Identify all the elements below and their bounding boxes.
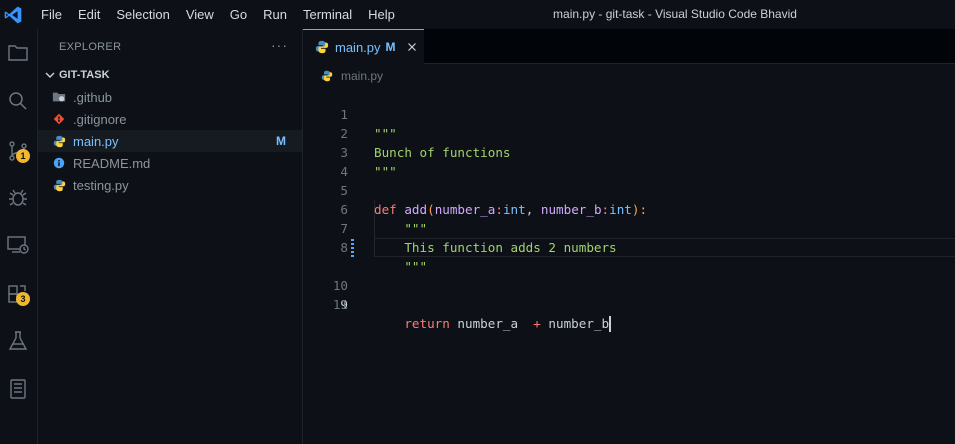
code-line: 7 This function adds 2 numbers [303, 200, 955, 255]
identifier: number_b [540, 316, 610, 331]
activity-bar: 1 3 [0, 29, 38, 444]
run-debug-activity[interactable] [3, 182, 33, 212]
window-title: main.py - git-task - Visual Studio Code … [553, 7, 797, 21]
menu-go[interactable]: Go [222, 0, 255, 29]
testing-activity[interactable] [3, 326, 33, 356]
folder-github-icon [52, 90, 66, 104]
notebook-activity[interactable] [3, 374, 33, 404]
python-file-icon [315, 40, 329, 54]
file-name: testing.py [73, 177, 129, 193]
code-line: 1 """ [303, 86, 955, 141]
operator-plus: + [533, 316, 541, 331]
file-item-github[interactable]: .github [38, 86, 302, 108]
file-item-readme[interactable]: README.md [38, 152, 302, 174]
file-name: README.md [73, 155, 151, 171]
chevron-down-icon [45, 72, 55, 78]
tab-modified-badge: M [385, 40, 396, 54]
extensions-badge: 3 [16, 292, 30, 306]
code-line: 5 def add(number_a:int, number_b:int): [303, 162, 955, 217]
code-line: 3 """ [303, 124, 955, 179]
line-number: 11 [332, 297, 348, 312]
more-actions-button[interactable]: ··· [271, 37, 288, 53]
file-item-testing-py[interactable]: testing.py [38, 174, 302, 196]
file-item-gitignore[interactable]: .gitignore [38, 108, 302, 130]
python-file-icon [321, 70, 333, 82]
modified-status-badge: M [276, 134, 286, 148]
file-item-main-py[interactable]: main.py M [38, 130, 302, 152]
remote-explorer-activity[interactable] [3, 230, 33, 260]
python-file-icon [52, 134, 66, 148]
menu-run[interactable]: Run [255, 0, 295, 29]
code-line: 8 """ [303, 219, 955, 274]
info-icon [52, 156, 66, 170]
keyword-return: return [404, 316, 450, 331]
code-line-current: 9 return number_a + number_b [303, 238, 955, 332]
folder-name: GIT-TASK [59, 69, 110, 81]
explorer-sidebar: EXPLORER ··· GIT-TASK .github .gitignore… [38, 29, 303, 444]
files-icon [8, 45, 28, 61]
close-icon[interactable] [405, 40, 419, 54]
menu-file[interactable]: File [33, 0, 70, 29]
gutter-modified-indicator[interactable] [351, 238, 354, 257]
vscode-logo-icon [4, 6, 22, 23]
tab-main-py[interactable]: main.py M [303, 29, 424, 64]
folder-git-task[interactable]: GIT-TASK [38, 65, 302, 85]
remote-explorer-icon [7, 236, 29, 254]
identifier: number_a [449, 316, 534, 331]
menu-help[interactable]: Help [360, 0, 403, 29]
editor-tabs: main.py M [303, 29, 955, 64]
search-icon [9, 92, 27, 110]
debug-bug-icon [9, 189, 27, 206]
tab-label: main.py [335, 39, 381, 55]
git-file-icon [52, 112, 66, 126]
extensions-activity[interactable]: 3 [3, 279, 33, 309]
menu-edit[interactable]: Edit [70, 0, 108, 29]
code-editor[interactable]: 1 """ 2 Bunch of functions 3 """ 4 5 def… [303, 86, 955, 332]
source-control-activity[interactable]: 1 [3, 136, 33, 166]
code-line: 6 """ [303, 181, 955, 236]
file-name: .gitignore [73, 111, 127, 127]
python-file-icon [52, 178, 66, 192]
code-line: 4 [303, 143, 955, 179]
menu-view[interactable]: View [178, 0, 222, 29]
title-bar: File Edit Selection View Go Run Terminal… [0, 0, 955, 29]
menu-selection[interactable]: Selection [108, 0, 177, 29]
file-name: .github [73, 89, 113, 105]
code-line: 2 Bunch of functions [303, 105, 955, 160]
text-cursor [609, 315, 612, 332]
current-line-highlight [374, 238, 955, 257]
breadcrumb-file[interactable]: main.py [341, 69, 383, 83]
search-activity[interactable] [3, 86, 33, 116]
notebook-icon [10, 379, 26, 399]
breadcrumb: main.py [321, 68, 383, 84]
menu-bar: File Edit Selection View Go Run Terminal… [33, 0, 403, 29]
editor-area: main.py M main.py 1 """ 2 Bunch of funct… [303, 29, 955, 444]
file-name: main.py [73, 133, 119, 149]
explorer-activity[interactable] [3, 38, 33, 68]
flask-icon [8, 331, 28, 350]
source-control-badge: 1 [16, 149, 30, 163]
menu-terminal[interactable]: Terminal [295, 0, 360, 29]
code-line: 11 [303, 276, 955, 312]
explorer-header: EXPLORER [59, 41, 122, 53]
code-line: 10 [303, 257, 955, 293]
